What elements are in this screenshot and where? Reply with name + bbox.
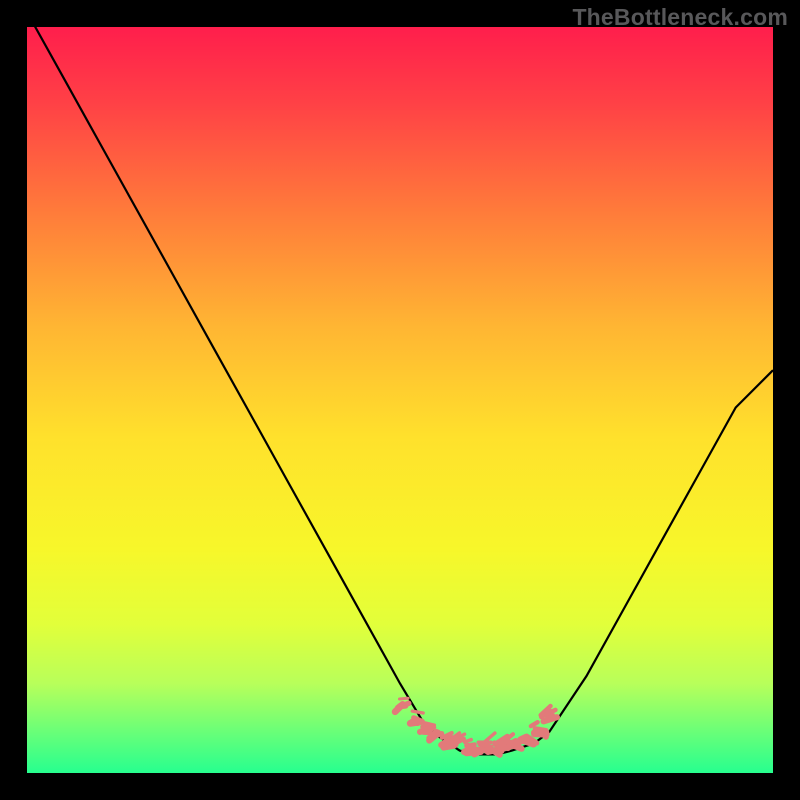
noise-markers: [395, 698, 557, 755]
plot-area: [27, 27, 773, 773]
chart-frame: TheBottleneck.com: [0, 0, 800, 800]
chart-svg: [27, 27, 773, 773]
bottleneck-curve: [27, 12, 773, 754]
